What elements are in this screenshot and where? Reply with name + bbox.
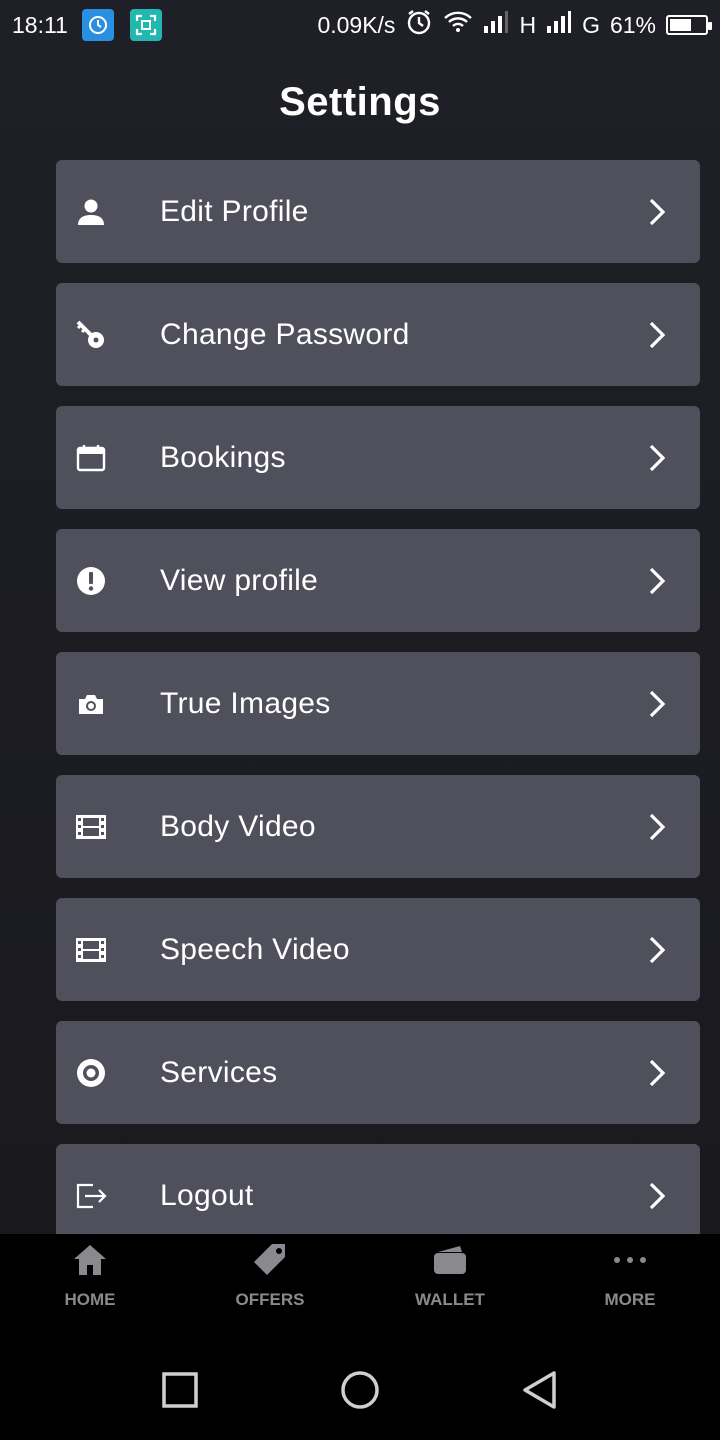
wallet-icon <box>430 1240 470 1280</box>
chevron-right-icon <box>644 195 670 229</box>
calendar-icon <box>74 441 108 475</box>
nav-home-label: HOME <box>64 1290 116 1309</box>
person-icon <box>74 195 108 229</box>
menu-item-label: Bookings <box>160 440 286 474</box>
logout-icon <box>74 1179 108 1213</box>
nav-offers[interactable]: OFFERS <box>180 1234 360 1334</box>
page-title: Settings <box>279 80 441 124</box>
chevron-right-icon <box>644 687 670 721</box>
chevron-right-icon <box>644 1179 670 1213</box>
camera-icon <box>74 687 108 721</box>
key-icon <box>74 318 108 352</box>
menu-item-label: Change Password <box>160 317 410 351</box>
menu-item-label: Body Video <box>160 809 316 843</box>
menu-item-logout[interactable]: Logout <box>56 1144 700 1234</box>
menu-item-true-images[interactable]: True Images <box>56 652 700 755</box>
menu-item-label: Logout <box>160 1178 254 1212</box>
back-button[interactable] <box>520 1370 560 1410</box>
settings-menu: Edit Profile Change Password Bookings Vi… <box>56 160 700 1234</box>
nav-wallet-label: WALLET <box>415 1290 485 1309</box>
nav-offers-label: OFFERS <box>235 1290 305 1309</box>
menu-item-label: Speech Video <box>160 932 350 966</box>
more-dots-icon <box>610 1240 650 1280</box>
target-icon <box>74 1056 108 1090</box>
menu-item-label: View profile <box>160 563 319 597</box>
menu-item-edit-profile[interactable]: Edit Profile <box>56 160 700 263</box>
nav-more-label: MORE <box>604 1290 656 1309</box>
chevron-right-icon <box>644 1056 670 1090</box>
film-icon <box>74 810 108 844</box>
menu-item-change-password[interactable]: Change Password <box>56 283 700 386</box>
nav-home[interactable]: HOME <box>0 1234 180 1334</box>
menu-item-label: True Images <box>160 686 331 720</box>
chevron-right-icon <box>644 441 670 475</box>
tag-icon <box>250 1240 290 1280</box>
system-nav-bar <box>0 1334 720 1440</box>
nav-more[interactable]: MORE <box>540 1234 720 1334</box>
home-button[interactable] <box>340 1370 380 1410</box>
film-icon <box>74 933 108 967</box>
exclamation-circle-icon <box>74 564 108 598</box>
menu-item-label: Services <box>160 1055 278 1089</box>
bottom-nav: HOME OFFERS WALLET MORE <box>0 1234 720 1334</box>
chevron-right-icon <box>644 933 670 967</box>
chevron-right-icon <box>644 810 670 844</box>
nav-wallet[interactable]: WALLET <box>360 1234 540 1334</box>
home-icon <box>70 1240 110 1280</box>
menu-item-speech-video[interactable]: Speech Video <box>56 898 700 1001</box>
chevron-right-icon <box>644 564 670 598</box>
menu-item-body-video[interactable]: Body Video <box>56 775 700 878</box>
menu-item-label: Edit Profile <box>160 194 309 228</box>
chevron-right-icon <box>644 318 670 352</box>
menu-item-view-profile[interactable]: View profile <box>56 529 700 632</box>
menu-item-services[interactable]: Services <box>56 1021 700 1124</box>
menu-item-bookings[interactable]: Bookings <box>56 406 700 509</box>
recent-apps-button[interactable] <box>160 1370 200 1410</box>
